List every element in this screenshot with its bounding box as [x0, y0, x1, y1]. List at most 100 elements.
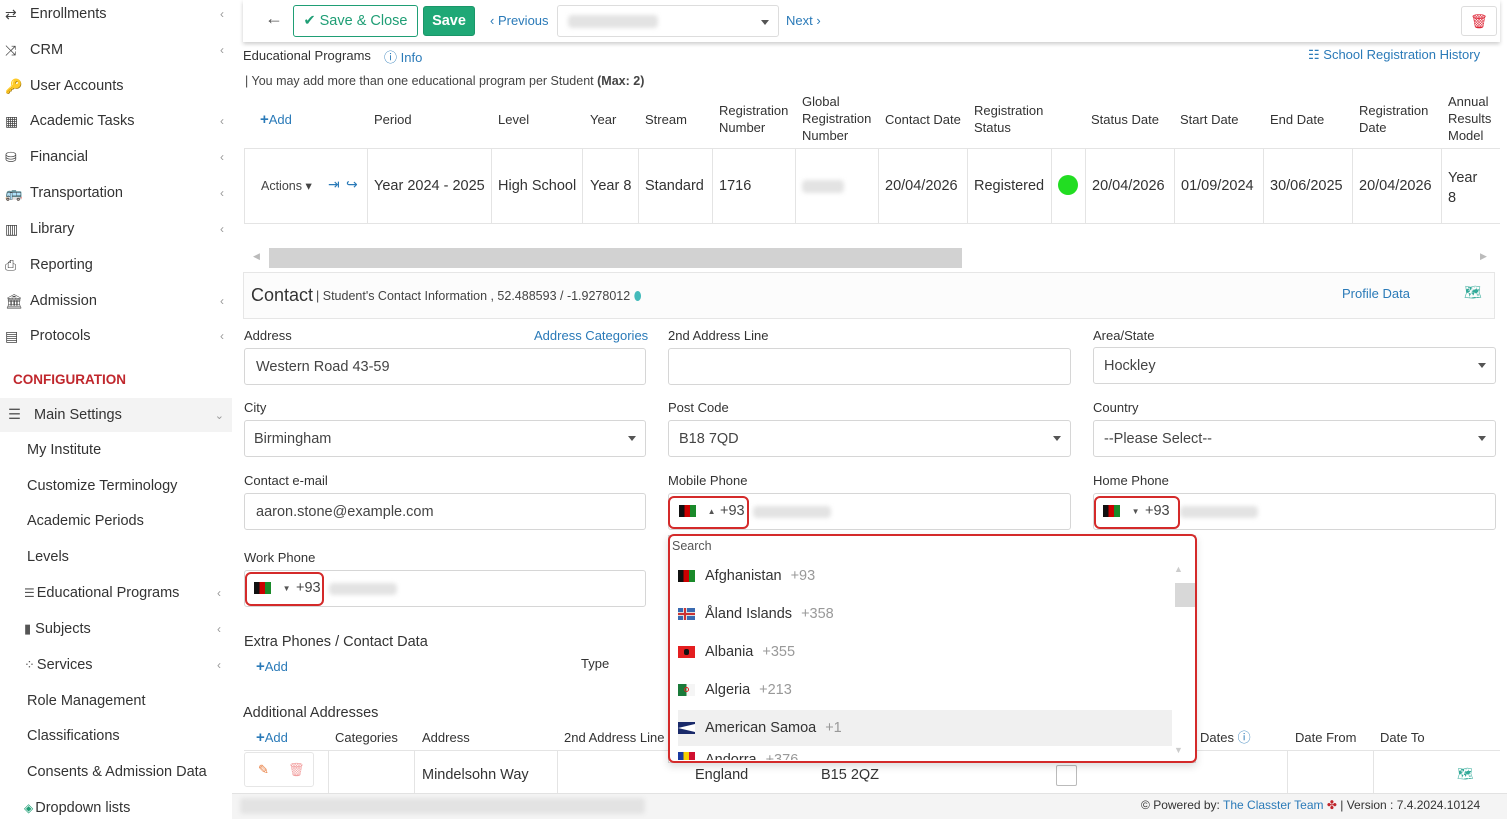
sidebar-item-subjects[interactable]: ▮ Subjects ‹	[24, 612, 229, 646]
actions-label: Actions	[261, 179, 302, 193]
caret-down-icon	[761, 20, 769, 25]
sidebar-item-academic-periods[interactable]: Academic Periods	[27, 504, 232, 538]
add-address-button[interactable]: +Add	[256, 729, 288, 746]
horizontal-scrollbar[interactable]	[269, 248, 962, 268]
chevron-left-icon: ‹	[220, 294, 224, 308]
sidebar-item-main-settings[interactable]: ☰ Main Settings ⌄	[0, 398, 232, 432]
scroll-right-icon[interactable]: ▶	[1480, 251, 1487, 262]
chevron-left-icon: ‹	[220, 7, 224, 21]
checkbox[interactable]	[1056, 765, 1077, 786]
chevron-down-icon: ⌄	[214, 409, 224, 422]
country-select[interactable]: --Please Select--	[1093, 420, 1496, 457]
cell-start-date: 01/09/2024	[1181, 178, 1254, 194]
postcode-select[interactable]: B18 7QD	[668, 420, 1071, 457]
sidebar-item-label: Classifications	[27, 728, 120, 744]
sidebar-item-library[interactable]: ▥ Library ‹	[0, 212, 232, 246]
sidebar-item-admission[interactable]: 🏛 Admission ‹	[0, 284, 232, 318]
powered-by: Powered by:	[1153, 798, 1220, 812]
address-label: Address	[244, 328, 292, 343]
add-label: Add	[264, 730, 288, 745]
map-icon[interactable]: 🗺	[1457, 766, 1474, 782]
col-header: 2nd Address Line	[564, 730, 665, 745]
col-header: Start Date	[1180, 112, 1239, 127]
add-extra-phone-button[interactable]: +Add	[256, 658, 288, 675]
chevron-left-icon: ‹	[220, 186, 224, 200]
sidebar-item-label: User Accounts	[30, 78, 124, 94]
sidebar-item-financial[interactable]: ⛁ Financial ‹	[0, 140, 232, 174]
enter-icon[interactable]: ⇥	[328, 176, 340, 193]
col-header: Registration Date	[1359, 103, 1429, 135]
sidebar-item-dropdown-lists[interactable]: ◈ Dropdown lists	[24, 791, 229, 825]
sidebar-item-levels[interactable]: Levels	[27, 540, 232, 574]
actions-dropdown[interactable]: Actions ▾	[261, 178, 312, 193]
student-select[interactable]	[557, 5, 779, 37]
area-select[interactable]: Hockley	[1093, 347, 1496, 384]
sidebar-item-transportation[interactable]: 🚌 Transportation ‹	[0, 176, 232, 210]
sidebar-item-my-institute[interactable]: My Institute	[27, 433, 232, 467]
sidebar-item-services[interactable]: ⁘ Services ‹	[24, 648, 229, 682]
save-label: Save	[432, 13, 466, 29]
col-header: Registration Number	[719, 103, 789, 135]
programs-title: Educational Programs	[243, 48, 371, 63]
save-close-button[interactable]: ✔ Save & Close	[293, 5, 418, 37]
books-icon: ▥	[5, 220, 19, 237]
previous-link[interactable]: ‹ Previous	[490, 13, 549, 28]
pencil-icon[interactable]: ✎	[258, 762, 269, 778]
email-field[interactable]: aaron.stone@example.com	[244, 493, 646, 530]
sidebar-item-label: Academic Tasks	[30, 113, 135, 129]
sidebar-item-label: Main Settings	[34, 407, 122, 423]
address2-label: 2nd Address Line	[668, 328, 769, 343]
save-button[interactable]: Save	[423, 6, 475, 36]
sidebar-item-academic-tasks[interactable]: ▦ Academic Tasks ‹	[0, 104, 232, 138]
col-header: Categories	[335, 730, 398, 745]
address-categories-link[interactable]: Address Categories	[534, 328, 648, 343]
sidebar-item-enrollments[interactable]: ⇄ Enrollments ‹	[0, 0, 232, 31]
col-header: Dates ⓘ	[1200, 729, 1251, 746]
profile-data-link[interactable]: Profile Data	[1342, 286, 1410, 301]
info-link[interactable]: ⓘ Info	[384, 47, 422, 66]
sidebar-item-crm[interactable]: ⤨ CRM ‹	[0, 33, 232, 67]
coins-icon: ⛁	[5, 148, 17, 165]
country-label: Country	[1093, 400, 1139, 415]
city-select[interactable]: Birmingham	[244, 420, 646, 457]
previous-label: Previous	[497, 13, 549, 28]
add-program-button[interactable]: +Add	[260, 111, 292, 128]
sidebar-item-reporting[interactable]: ⎙ Reporting	[0, 248, 232, 282]
archive-icon: ▤	[5, 327, 19, 344]
sidebar-item-label: Dropdown lists	[35, 800, 131, 816]
back-arrow-icon[interactable]: ←	[265, 8, 287, 34]
cell-address: Mindelsohn Way	[422, 767, 529, 783]
email-label: Contact e-mail	[244, 473, 328, 488]
sidebar-item-label: Services	[36, 657, 93, 673]
key-icon: 🔑	[5, 77, 23, 94]
delete-button[interactable]: 🗑	[1461, 6, 1497, 36]
trash-icon[interactable]: 🗑	[288, 762, 305, 778]
add-label: Add	[268, 112, 292, 127]
sidebar-item-label: Customize Terminology	[27, 478, 178, 494]
registration-history-link[interactable]: ☷ School Registration History	[1308, 47, 1480, 63]
sidebar-item-classifications[interactable]: Classifications	[27, 719, 232, 753]
map-icon[interactable]: 🗺	[1464, 284, 1482, 301]
address2-field[interactable]	[668, 348, 1071, 385]
student-name-blurred	[568, 15, 658, 28]
highlight-box	[245, 572, 324, 606]
sidebar-item-educational-programs[interactable]: ☰ Educational Programs ‹	[24, 576, 229, 610]
history-label: School Registration History	[1323, 47, 1481, 62]
sidebar-item-label: Consents & Admission Data	[27, 764, 207, 780]
sidebar-item-user-accounts[interactable]: 🔑 User Accounts	[0, 69, 232, 103]
exchange-icon: ⇄	[5, 5, 17, 22]
next-link[interactable]: Next ›	[786, 13, 821, 28]
city-value: Birmingham	[254, 430, 332, 447]
sidebar-item-protocols[interactable]: ▤ Protocols ‹	[0, 319, 232, 353]
col-header: Status Date	[1091, 112, 1159, 127]
sidebar-item-role-management[interactable]: Role Management	[27, 684, 232, 718]
exit-icon[interactable]: ↪	[346, 176, 358, 193]
sidebar-item-customize-terminology[interactable]: Customize Terminology	[27, 469, 232, 503]
area-label: Area/State	[1093, 328, 1155, 343]
team-link[interactable]: The Classter Team	[1223, 798, 1323, 812]
sidebar-item-consents[interactable]: Consents & Admission Data	[27, 755, 232, 789]
address-field[interactable]: Western Road 43-59	[244, 348, 646, 385]
scroll-left-icon[interactable]: ◀	[253, 251, 260, 262]
printer-icon: ⎙	[5, 256, 17, 273]
cell-results-model: Year 8	[1448, 170, 1478, 206]
